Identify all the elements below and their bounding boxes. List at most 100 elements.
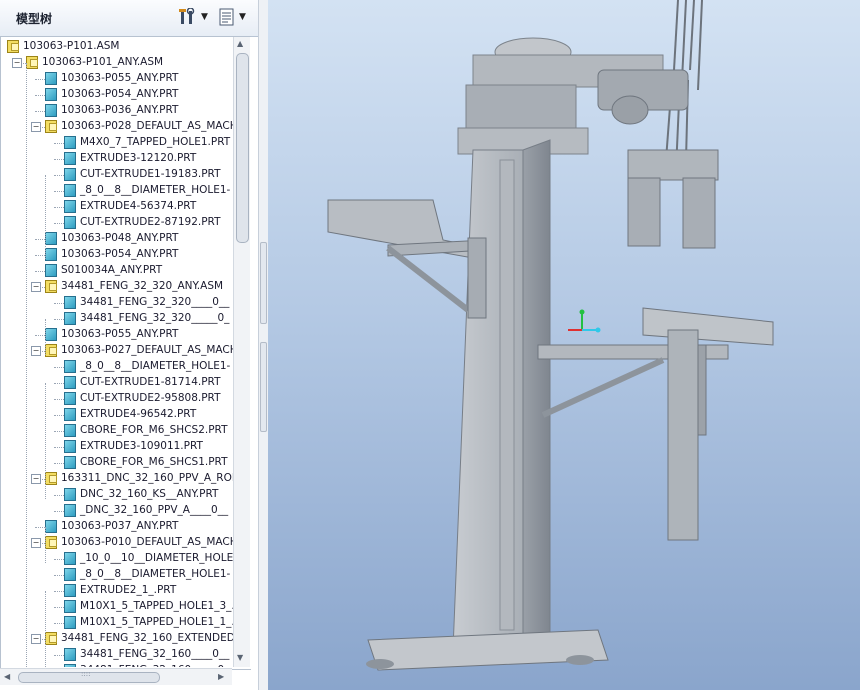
tree-node-assembly[interactable]: − 103063-P027_DEFAULT_AS_MACH	[1, 343, 233, 359]
tree-node-label[interactable]: EXTRUDE4-56374.PRT	[80, 200, 196, 212]
tree-node-part[interactable]: _10_0__10__DIAMETER_HOLE	[1, 551, 233, 567]
tree-node-label[interactable]: 103063-P027_DEFAULT_AS_MACH	[61, 344, 233, 356]
tree-node-part[interactable]: CUT-EXTRUDE1-81714.PRT	[1, 375, 233, 391]
tree-node-part[interactable]: _DNC_32_160_PPV_A____0__	[1, 503, 233, 519]
tree-node-label[interactable]: EXTRUDE3-109011.PRT	[80, 440, 203, 452]
tree-node-label[interactable]: 163311_DNC_32_160_PPV_A_ROD	[61, 472, 233, 484]
tree-node-label[interactable]: M10X1_5_TAPPED_HOLE1_3_.	[80, 600, 233, 612]
tree-node-label[interactable]: 103063-P036_ANY.PRT	[61, 104, 178, 116]
collapse-toggle-icon[interactable]: −	[31, 122, 41, 132]
tree-node-label[interactable]: _8_0__8__DIAMETER_HOLE1-	[80, 568, 230, 580]
tree-node-label[interactable]: _8_0__8__DIAMETER_HOLE1-	[80, 184, 230, 196]
graphics-viewport[interactable]	[268, 0, 860, 690]
collapse-toggle-icon[interactable]: −	[31, 346, 41, 356]
tree-node-label[interactable]: CUT-EXTRUDE1-81714.PRT	[80, 376, 221, 388]
tree-node-part[interactable]: 103063-P036_ANY.PRT	[1, 103, 233, 119]
tree-node-label[interactable]: CUT-EXTRUDE2-87192.PRT	[80, 216, 221, 228]
vertical-scroll-thumb[interactable]	[236, 53, 249, 243]
tree-node-assembly[interactable]: − 163311_DNC_32_160_PPV_A_ROD	[1, 471, 233, 487]
splitter-grip-bottom[interactable]	[260, 342, 267, 432]
tree-node-assembly[interactable]: − 103063-P101_ANY.ASM	[1, 55, 233, 71]
tree-node-label[interactable]: EXTRUDE4-96542.PRT	[80, 408, 196, 420]
collapse-toggle-icon[interactable]: −	[31, 538, 41, 548]
tree-node-assembly[interactable]: 103063-P101.ASM	[1, 39, 233, 55]
tree-node-part[interactable]: 34481_FENG_32_320____0__	[1, 295, 233, 311]
tree-node-label[interactable]: 103063-P054_ANY.PRT	[61, 248, 178, 260]
tree-node-part[interactable]: 103063-P055_ANY.PRT	[1, 71, 233, 87]
tree-node-label[interactable]: 103063-P048_ANY.PRT	[61, 232, 178, 244]
tree-node-label[interactable]: _10_0__10__DIAMETER_HOLE	[80, 552, 233, 564]
tree-node-label[interactable]: CUT-EXTRUDE2-95808.PRT	[80, 392, 221, 404]
tree-node-label[interactable]: 103063-P010_DEFAULT_AS_MACH	[61, 536, 233, 548]
tree-node-part[interactable]: _8_0__8__DIAMETER_HOLE1-	[1, 567, 233, 583]
tree-node-part[interactable]: _8_0__8__DIAMETER_HOLE1-	[1, 183, 233, 199]
tree-node-part[interactable]: EXTRUDE3-12120.PRT	[1, 151, 233, 167]
tree-node-part[interactable]: CUT-EXTRUDE2-87192.PRT	[1, 215, 233, 231]
horizontal-scroll-thumb[interactable]: ::::	[18, 670, 160, 683]
tree-node-label[interactable]: CUT-EXTRUDE1-19183.PRT	[80, 168, 221, 180]
collapse-toggle-icon[interactable]: −	[31, 634, 41, 644]
tree-node-part[interactable]: EXTRUDE2_1_.PRT	[1, 583, 233, 599]
tree-node-label[interactable]: 34481_FENG_32_160_EXTENDED_	[61, 632, 233, 644]
scroll-right-icon[interactable]: ▶	[218, 672, 224, 681]
tree-settings-button[interactable]: ▼	[178, 6, 208, 28]
tree-node-part[interactable]: M4X0_7_TAPPED_HOLE1.PRT	[1, 135, 233, 151]
tree-node-part[interactable]: 103063-P054_ANY.PRT	[1, 87, 233, 103]
scroll-up-icon[interactable]: ▲	[237, 39, 243, 48]
tree-node-assembly[interactable]: − 34481_FENG_32_160_EXTENDED_	[1, 631, 233, 647]
tree-view-button[interactable]: ▼	[218, 6, 246, 28]
tree-node-part[interactable]: EXTRUDE3-109011.PRT	[1, 439, 233, 455]
tree-node-label[interactable]: 103063-P055_ANY.PRT	[61, 72, 178, 84]
splitter-grip-top[interactable]	[260, 242, 267, 324]
tree-node-part[interactable]: EXTRUDE4-56374.PRT	[1, 199, 233, 215]
tree-node-label[interactable]: 103063-P055_ANY.PRT	[61, 328, 178, 340]
tree-node-part[interactable]: _8_0__8__DIAMETER_HOLE1-	[1, 359, 233, 375]
tree-node-label[interactable]: EXTRUDE2_1_.PRT	[80, 584, 176, 596]
tree-node-label[interactable]: 34481_FENG_32_160_____0_	[80, 664, 229, 667]
tree-node-label[interactable]: EXTRUDE3-12120.PRT	[80, 152, 196, 164]
tree-node-part[interactable]: CBORE_FOR_M6_SHCS1.PRT	[1, 455, 233, 471]
tree-node-label[interactable]: 34481_FENG_32_320_ANY.ASM	[61, 280, 223, 292]
tree-node-label[interactable]: 103063-P101_ANY.ASM	[42, 56, 163, 68]
tree-node-part[interactable]: DNC_32_160_KS__ANY.PRT	[1, 487, 233, 503]
tree-node-part[interactable]: 103063-P048_ANY.PRT	[1, 231, 233, 247]
tree-node-label[interactable]: 103063-P028_DEFAULT_AS_MACH	[61, 120, 233, 132]
tree-node-label[interactable]: CBORE_FOR_M6_SHCS2.PRT	[80, 424, 228, 436]
collapse-toggle-icon[interactable]: −	[31, 282, 41, 292]
tree-node-assembly[interactable]: − 103063-P028_DEFAULT_AS_MACH	[1, 119, 233, 135]
collapse-toggle-icon[interactable]: −	[12, 58, 22, 68]
tree-node-label[interactable]: 34481_FENG_32_320____0__	[80, 296, 229, 308]
tree-node-label[interactable]: 103063-P054_ANY.PRT	[61, 88, 178, 100]
tree-node-label[interactable]: 34481_FENG_32_320_____0_	[80, 312, 229, 324]
tree-node-part[interactable]: 34481_FENG_32_160_____0_	[1, 663, 233, 667]
tree-node-part[interactable]: M10X1_5_TAPPED_HOLE1_1_.	[1, 615, 233, 631]
tree-node-part[interactable]: CUT-EXTRUDE2-95808.PRT	[1, 391, 233, 407]
horizontal-scrollbar[interactable]: ◀ :::: ▶	[0, 668, 232, 685]
tree-node-label[interactable]: 34481_FENG_32_160____0__	[80, 648, 229, 660]
tree-node-assembly[interactable]: − 34481_FENG_32_320_ANY.ASM	[1, 279, 233, 295]
tree-node-label[interactable]: M10X1_5_TAPPED_HOLE1_1_.	[80, 616, 233, 628]
tree-node-part[interactable]: CUT-EXTRUDE1-19183.PRT	[1, 167, 233, 183]
tree-node-assembly[interactable]: − 103063-P010_DEFAULT_AS_MACH	[1, 535, 233, 551]
tree-node-label[interactable]: _DNC_32_160_PPV_A____0__	[80, 504, 228, 516]
scroll-left-icon[interactable]: ◀	[4, 672, 10, 681]
tree-node-part[interactable]: 34481_FENG_32_160____0__	[1, 647, 233, 663]
tree-node-part[interactable]: 34481_FENG_32_320_____0_	[1, 311, 233, 327]
tree-node-part[interactable]: CBORE_FOR_M6_SHCS2.PRT	[1, 423, 233, 439]
tree-node-part[interactable]: M10X1_5_TAPPED_HOLE1_3_.	[1, 599, 233, 615]
scroll-down-icon[interactable]: ▼	[237, 653, 243, 662]
tree-node-label[interactable]: _8_0__8__DIAMETER_HOLE1-	[80, 360, 230, 372]
tree-node-label[interactable]: 103063-P101.ASM	[23, 40, 120, 52]
tree-node-part[interactable]: 103063-P054_ANY.PRT	[1, 247, 233, 263]
vertical-scrollbar[interactable]: ▲ ▼	[233, 37, 250, 667]
collapse-toggle-icon[interactable]: −	[31, 474, 41, 484]
tree-node-part[interactable]: 103063-P037_ANY.PRT	[1, 519, 233, 535]
tree-node-label[interactable]: 103063-P037_ANY.PRT	[61, 520, 178, 532]
tree-node-label[interactable]: S010034A_ANY.PRT	[61, 264, 162, 276]
tree-node-label[interactable]: CBORE_FOR_M6_SHCS1.PRT	[80, 456, 228, 468]
tree-node-part[interactable]: S010034A_ANY.PRT	[1, 263, 233, 279]
tree-node-part[interactable]: 103063-P055_ANY.PRT	[1, 327, 233, 343]
tree-node-label[interactable]: DNC_32_160_KS__ANY.PRT	[80, 488, 218, 500]
tree-node-part[interactable]: EXTRUDE4-96542.PRT	[1, 407, 233, 423]
tree-node-label[interactable]: M4X0_7_TAPPED_HOLE1.PRT	[80, 136, 230, 148]
